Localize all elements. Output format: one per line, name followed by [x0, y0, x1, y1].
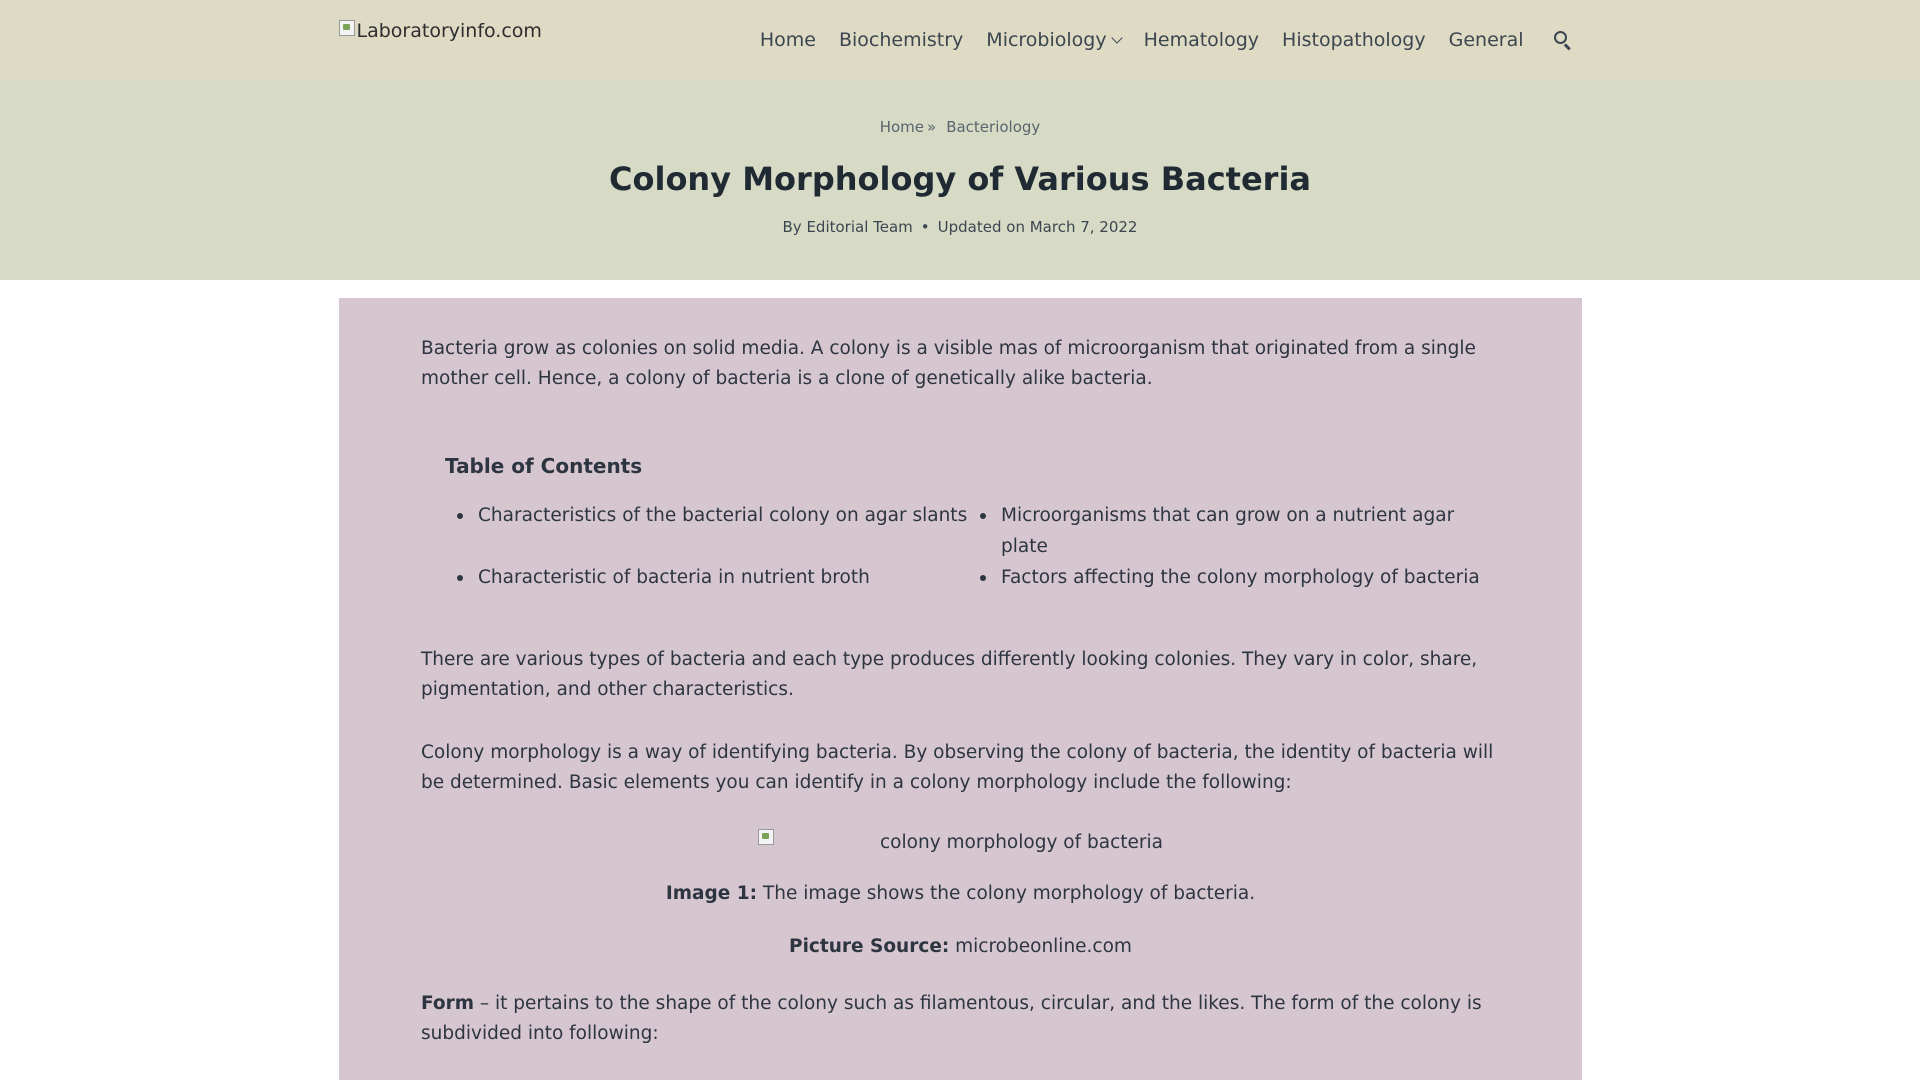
broken-image-icon	[338, 20, 355, 36]
nav-histopathology[interactable]: Histopathology	[1282, 29, 1426, 51]
toc-title: Table of Contents	[445, 454, 643, 478]
chevron-down-icon	[1110, 32, 1123, 44]
search-icon[interactable]	[1553, 31, 1572, 51]
toc-item-nutrient-broth[interactable]: Characteristic of bacteria in nutrient b…	[445, 562, 968, 593]
page-hero: Home» Bacteriology Colony Morphology of V…	[0, 80, 1920, 280]
form-paragraph: Form – it pertains to the shape of the c…	[421, 989, 1500, 1049]
colony-morphology-image: colony morphology of bacteria	[421, 828, 1500, 853]
nav-biochemistry[interactable]: Biochemistry	[839, 29, 963, 51]
identification-paragraph: Colony morphology is a way of identifyin…	[421, 742, 1494, 793]
nav-general[interactable]: General	[1449, 29, 1524, 51]
logo-alt-text: Laboratoryinfo.com	[356, 20, 542, 42]
form-label: Form	[421, 993, 474, 1014]
types-paragraph: There are various types of bacteria and …	[421, 649, 1478, 700]
nav-hematology[interactable]: Hematology	[1144, 29, 1259, 51]
site-logo[interactable]: Laboratoryinfo.com	[338, 20, 542, 42]
broken-image-icon	[758, 828, 775, 845]
toc-item-agar-slants[interactable]: Characteristics of the bacterial colony …	[445, 500, 968, 562]
toc-list: Characteristics of the bacterial colony …	[445, 500, 1500, 593]
page-title: Colony Morphology of Various Bacteria	[609, 160, 1311, 198]
breadcrumb: Home» Bacteriology	[0, 80, 1920, 136]
article-content: Bacteria grow as colonies on solid media…	[339, 298, 1582, 1080]
source-text: microbeonline.com	[949, 936, 1132, 957]
breadcrumb-separator: »	[927, 118, 937, 136]
nav-home[interactable]: Home	[760, 29, 816, 51]
nav-microbiology[interactable]: Microbiology	[986, 29, 1123, 51]
form-text: – it pertains to the shape of the colony…	[421, 993, 1482, 1044]
breadcrumb-bacteriology[interactable]: Bacteriology	[946, 118, 1040, 136]
meta-separator: •	[920, 218, 930, 236]
picture-source: Picture Source: microbeonline.com	[421, 936, 1500, 957]
updated-date: Updated on March 7, 2022	[937, 218, 1138, 236]
intro-paragraph: Bacteria grow as colonies on solid media…	[421, 338, 1476, 389]
site-header: Laboratoryinfo.com Home Biochemistry Mic…	[0, 0, 1920, 80]
main-nav: Home Biochemistry Microbiology Hematolog…	[737, 0, 1582, 80]
post-meta: By Editorial Team • Updated on March 7, 20…	[0, 218, 1920, 236]
image-caption: Image 1: The image shows the colony morp…	[421, 883, 1500, 904]
caption-text: The image shows the colony morphology of…	[757, 883, 1256, 904]
nav-microbiology-label: Microbiology	[986, 29, 1107, 51]
author: By Editorial Team	[782, 218, 913, 236]
image-alt-text: colony morphology of bacteria	[880, 832, 1163, 853]
breadcrumb-home[interactable]: Home	[880, 118, 924, 136]
toc-item-factors[interactable]: Factors affecting the colony morphology …	[968, 562, 1500, 593]
toc-item-nutrient-agar-plate[interactable]: Microorganisms that can grow on a nutrie…	[968, 500, 1500, 562]
caption-label: Image 1:	[665, 883, 758, 904]
table-of-contents: Table of Contents Characteristics of the…	[421, 454, 1500, 593]
source-label: Picture Source:	[789, 936, 950, 957]
